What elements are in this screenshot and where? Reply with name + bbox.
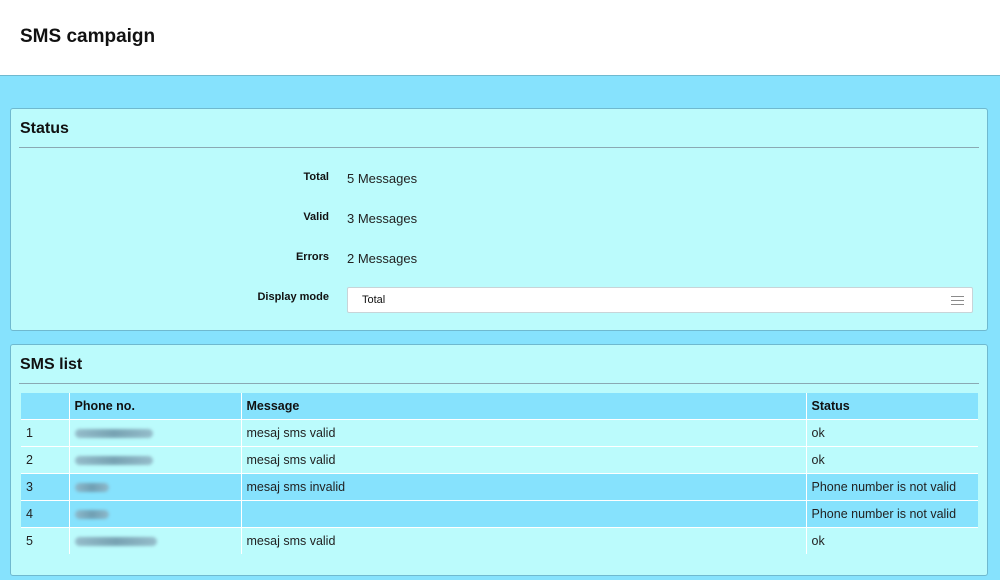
status-value: 5 Messages — [347, 171, 418, 186]
cell-phone — [68, 500, 241, 528]
cell-status: ok — [805, 527, 978, 554]
cell-message: mesaj sms valid — [240, 446, 806, 474]
display-mode-value: Total — [362, 294, 386, 306]
sms-list-header: SMS list — [19, 345, 979, 384]
status-row-errors: Errors 2 Messages — [11, 249, 987, 269]
display-mode-label: Display mode — [257, 291, 329, 303]
column-header-phone: Phone no. — [68, 393, 241, 420]
table-row: 2 mesaj sms valid ok — [21, 446, 978, 474]
redacted-phone — [74, 456, 153, 466]
menu-lines-icon[interactable] — [951, 295, 964, 305]
sms-list-title: SMS list — [20, 356, 83, 373]
status-row-valid: Valid 3 Messages — [11, 209, 987, 229]
column-header-index — [21, 393, 69, 420]
cell-phone — [68, 419, 241, 447]
status-value: 3 Messages — [347, 211, 418, 226]
cell-index: 3 — [21, 473, 69, 501]
cell-status: Phone number is not valid — [805, 500, 978, 528]
status-panel-header: Status — [19, 109, 979, 148]
status-label: Total — [303, 171, 329, 183]
cell-index: 2 — [21, 446, 69, 474]
cell-index: 4 — [21, 500, 69, 528]
display-mode-select[interactable]: Total — [347, 287, 973, 313]
cell-status: ok — [805, 446, 978, 474]
column-header-message: Message — [240, 393, 806, 420]
cell-message: mesaj sms valid — [240, 419, 806, 447]
status-label: Errors — [295, 251, 329, 263]
sms-table: Phone no. Message Status 1 mesaj sms val… — [21, 393, 978, 554]
sms-list-panel: SMS list Phone no. Message Status 1 mesa… — [10, 344, 988, 576]
cell-phone — [68, 527, 241, 554]
redacted-phone — [74, 537, 157, 547]
cell-message — [240, 500, 806, 528]
cell-index: 1 — [21, 419, 69, 447]
redacted-phone — [74, 483, 109, 493]
status-panel: Status Total 5 Messages Valid 3 Messages… — [10, 108, 988, 331]
redacted-phone — [74, 510, 109, 520]
top-bar: SMS campaign — [0, 0, 1000, 76]
page-title: SMS campaign — [20, 26, 156, 47]
cell-phone — [68, 473, 241, 501]
cell-message: mesaj sms valid — [240, 527, 806, 554]
table-header-row: Phone no. Message Status — [21, 393, 978, 420]
table-row: 1 mesaj sms valid ok — [21, 419, 978, 447]
column-header-status: Status — [805, 393, 978, 420]
cell-status: Phone number is not valid — [805, 473, 978, 501]
cell-phone — [68, 446, 241, 474]
status-label: Valid — [303, 211, 329, 223]
status-panel-title: Status — [20, 120, 69, 137]
status-value: 2 Messages — [347, 251, 418, 266]
table-row: 4 Phone number is not valid — [21, 500, 978, 528]
status-row-total: Total 5 Messages — [11, 169, 987, 189]
cell-index: 5 — [21, 527, 69, 554]
cell-message: mesaj sms invalid — [240, 473, 806, 501]
table-row: 5 mesaj sms valid ok — [21, 527, 978, 554]
cell-status: ok — [805, 419, 978, 447]
redacted-phone — [74, 429, 153, 439]
table-row: 3 mesaj sms invalid Phone number is not … — [21, 473, 978, 501]
